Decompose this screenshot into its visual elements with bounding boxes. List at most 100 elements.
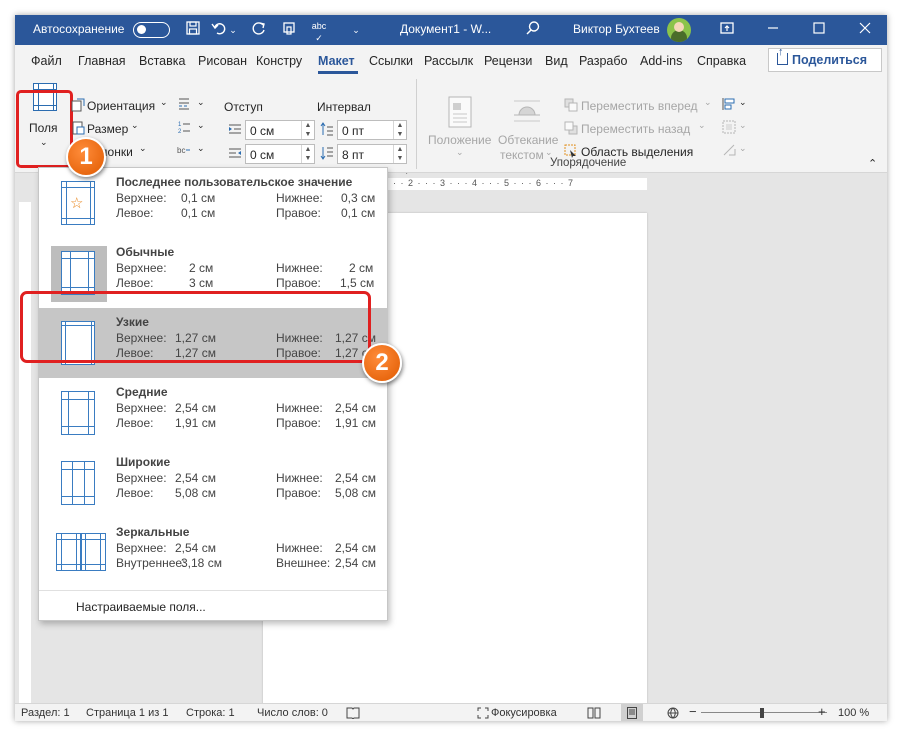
status-section[interactable]: Раздел: 1 (21, 707, 70, 719)
tab-insert[interactable]: Вставка (139, 54, 185, 68)
vertical-ruler[interactable] (19, 202, 31, 712)
align-icon[interactable] (722, 97, 736, 111)
wrap-text-label-1[interactable]: Обтекание (498, 133, 558, 147)
chevron-down-icon: ⌄ (197, 120, 205, 130)
book-icon[interactable] (346, 707, 360, 721)
zoom-level[interactable]: 100 % (838, 707, 869, 719)
zoom-in-button[interactable]: + (818, 704, 826, 719)
spacing-before-icon (320, 122, 333, 136)
ribbon-layout: Поля ⌄ Ориентация ⌄ Размер ⌄ Колонки ⌄ ⌄… (15, 75, 887, 180)
size-button[interactable]: Размер (87, 122, 128, 136)
hyphenation-icon[interactable]: bc (177, 143, 191, 157)
svg-text:1: 1 (178, 122, 182, 128)
chevron-down-icon: ⌄ (739, 120, 747, 130)
tab-draw[interactable]: Рисован (198, 54, 247, 68)
tab-addins[interactable]: Add-ins (640, 54, 682, 68)
wrap-text-label-2[interactable]: текстом (500, 148, 544, 162)
margin-option-mirrored[interactable]: Зеркальные Верхнее: 2,54 см Нижнее: 2,54… (39, 518, 387, 588)
avatar[interactable] (667, 18, 691, 42)
redo-icon[interactable] (249, 20, 269, 40)
group-separator (416, 79, 417, 169)
send-backward-button[interactable]: Переместить назад (581, 122, 690, 136)
undo-dropdown-icon[interactable]: ⌄ (227, 20, 239, 40)
close-icon[interactable] (855, 20, 875, 40)
tab-file[interactable]: Файл (31, 54, 62, 68)
menu-separator (39, 590, 387, 591)
undo-icon[interactable] (209, 20, 229, 40)
user-name[interactable]: Виктор Бухтеев (573, 22, 660, 36)
margin-option-wide[interactable]: Широкие Верхнее: 2,54 см Нижнее: 2,54 см… (39, 448, 387, 518)
chevron-down-icon: ⌄ (197, 97, 205, 107)
horizontal-ruler[interactable]: 1 · · · 2 · · · 3 · · · 4 · · · 5 · · · … (372, 178, 647, 190)
ribbon-tabs: Файл Главная Вставка Рисован Констру Мак… (15, 45, 887, 75)
maximize-icon[interactable] (809, 20, 829, 40)
collapse-ribbon-icon[interactable]: ⌃ (868, 157, 877, 170)
position-button[interactable]: Положение (428, 133, 491, 147)
arrange-group-label: Упорядочение (550, 157, 627, 169)
margins-dropdown: ☆ Последнее пользовательское значение Ве… (38, 167, 388, 621)
tab-references[interactable]: Ссылки (369, 54, 413, 68)
selection-pane-icon (564, 144, 576, 158)
tab-layout[interactable]: Макет (318, 54, 355, 68)
wrap-text-icon (514, 100, 540, 122)
indent-left-icon (229, 124, 241, 134)
tab-developer[interactable]: Разрабо (579, 54, 627, 68)
indent-label: Отступ (224, 100, 263, 114)
zoom-slider-thumb[interactable] (760, 708, 764, 718)
step-badge-1: 1 (66, 137, 106, 177)
status-words[interactable]: Число слов: 0 (257, 707, 328, 719)
orientation-button[interactable]: Ориентация (87, 99, 155, 113)
normal-margins-icon (61, 251, 95, 295)
custom-margins-item[interactable]: Настраиваемые поля... (76, 600, 206, 614)
share-icon (777, 46, 788, 65)
status-bar: Раздел: 1 Страница 1 из 1 Строка: 1 Числ… (15, 703, 887, 721)
bring-forward-icon (564, 98, 578, 112)
tab-review[interactable]: Рецензи (484, 54, 532, 68)
moderate-margins-icon (61, 391, 95, 435)
tab-mailings[interactable]: Рассылк (424, 54, 473, 68)
orientation-icon (71, 98, 85, 112)
focus-button[interactable]: Фокусировка (491, 707, 557, 719)
autosave-label: Автосохранение (33, 22, 125, 36)
indent-right-input[interactable]: 0 см ▲ ▼ (245, 144, 315, 164)
last-custom-margins-icon: ☆ (61, 181, 95, 225)
breaks-icon[interactable] (177, 97, 191, 111)
margin-option-last-custom[interactable]: ☆ Последнее пользовательское значение Ве… (39, 168, 387, 238)
web-layout-icon[interactable] (667, 707, 679, 721)
customize-qat-icon[interactable]: ⌄ (351, 20, 361, 40)
step-badge-2: 2 (362, 343, 402, 383)
svg-text:bc: bc (177, 146, 185, 155)
status-line[interactable]: Строка: 1 (186, 707, 235, 719)
zoom-out-button[interactable]: − (689, 704, 697, 719)
spelling-icon[interactable]: abc ✓ (309, 20, 329, 43)
mirrored-margins-icon (56, 533, 106, 571)
tab-design[interactable]: Констру (256, 54, 302, 68)
ribbon-display-icon[interactable] (717, 20, 737, 40)
indent-left-input[interactable]: 0 см ▲ ▼ (245, 120, 315, 140)
spacing-after-input[interactable]: 8 пт ▲ ▼ (337, 144, 407, 164)
send-backward-icon (564, 121, 578, 135)
tab-view[interactable]: Вид (545, 54, 568, 68)
print-layout-icon[interactable] (621, 704, 643, 721)
spacing-before-input[interactable]: 0 пт ▲ ▼ (337, 120, 407, 140)
autosave-toggle[interactable] (133, 22, 170, 38)
tab-home[interactable]: Главная (78, 54, 126, 68)
read-mode-icon[interactable] (587, 707, 601, 721)
save-icon[interactable] (183, 20, 203, 40)
bring-forward-button[interactable]: Переместить вперед (581, 99, 697, 113)
svg-text:2: 2 (178, 129, 182, 134)
line-numbers-icon[interactable]: 12 (177, 120, 191, 134)
tab-help[interactable]: Справка (697, 54, 746, 68)
chevron-down-icon: ⌄ (704, 97, 712, 107)
search-icon[interactable] (523, 20, 543, 40)
zoom-slider[interactable] (701, 712, 827, 713)
status-page[interactable]: Страница 1 из 1 (86, 707, 168, 719)
chevron-down-icon: ⌄ (197, 143, 205, 153)
chevron-down-icon: ⌄ (739, 97, 747, 107)
document-title: Документ1 - W... (400, 22, 492, 36)
margin-option-moderate[interactable]: Средние Верхнее: 2,54 см Нижнее: 2,54 см… (39, 378, 387, 448)
chevron-down-icon: ⌄ (698, 120, 706, 130)
minimize-icon[interactable] (763, 20, 783, 40)
share-button[interactable]: Поделиться (768, 46, 882, 72)
touch-mode-icon[interactable] (279, 20, 299, 40)
